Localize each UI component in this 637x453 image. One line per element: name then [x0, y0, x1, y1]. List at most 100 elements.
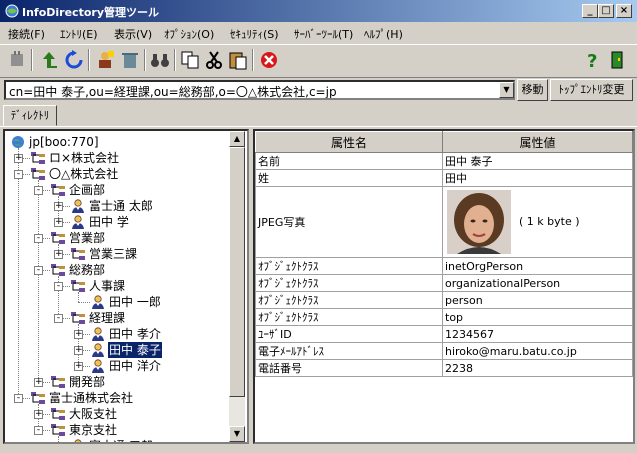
tree-node-label[interactable]: ロ×株式会社: [48, 150, 120, 166]
change-top-entry-button[interactable]: ﾄｯﾌﾟｴﾝﾄﾘ変更: [550, 79, 633, 101]
collapse-icon[interactable]: -: [34, 186, 43, 195]
tree-node-label[interactable]: 田中 洋介: [108, 358, 162, 374]
paste-button[interactable]: [226, 48, 250, 72]
attribute-value-cell[interactable]: organizationalPerson: [442, 274, 633, 292]
tree-node[interactable]: - 経理課: [5, 310, 231, 326]
table-row[interactable]: ｵﾌﾞｼﾞｪｸﾄｸﾗｽ top: [255, 308, 633, 326]
tree-node[interactable]: - 富士通株式会社: [5, 390, 231, 406]
attribute-value-cell[interactable]: 田中: [442, 169, 633, 187]
table-row[interactable]: 電子ﾒｰﾙｱﾄﾞﾚｽ hiroko@maru.batu.co.jp: [255, 342, 633, 360]
tree-node-label[interactable]: 企画部: [68, 182, 106, 198]
tree-node[interactable]: + 開発部: [5, 374, 231, 390]
tree-node[interactable]: + 田中 学: [5, 214, 231, 230]
up-level-button[interactable]: [37, 48, 61, 72]
stop-button[interactable]: [257, 48, 281, 72]
collapse-icon[interactable]: -: [34, 266, 43, 275]
scroll-down-button[interactable]: ▼: [229, 426, 245, 442]
attribute-value-cell[interactable]: top: [442, 308, 633, 326]
close-window-button[interactable]: ×: [616, 4, 632, 18]
copy-button[interactable]: [178, 48, 202, 72]
tree-node-label[interactable]: 富士通 三郎: [88, 438, 154, 442]
tree-node-label[interactable]: 大阪支社: [68, 406, 118, 422]
expand-icon[interactable]: +: [74, 330, 83, 339]
help-button[interactable]: ?: [581, 48, 605, 72]
expand-icon[interactable]: +: [14, 154, 23, 163]
delete-button[interactable]: [118, 48, 142, 72]
tree-node-label[interactable]: 〇△株式会社: [48, 166, 119, 182]
table-row[interactable]: 名前 田中 泰子: [255, 152, 633, 170]
exit-button[interactable]: [606, 48, 630, 72]
collapse-icon[interactable]: -: [54, 282, 63, 291]
tree-node[interactable]: - 人事課: [5, 278, 231, 294]
tree-node-label[interactable]: 東京支社: [68, 422, 118, 438]
minimize-button[interactable]: _: [582, 4, 598, 18]
table-row[interactable]: 電話番号 2238: [255, 359, 633, 377]
move-button[interactable]: 移動: [517, 79, 548, 101]
tree-node[interactable]: 田中 一郎: [5, 294, 231, 310]
menu-option[interactable]: ｵﾌﾟｼｮﾝ(O): [164, 26, 214, 42]
attribute-value-cell[interactable]: 2238: [442, 359, 633, 377]
menu-connect[interactable]: 接続(F): [8, 26, 45, 42]
scroll-thumb[interactable]: [229, 147, 245, 397]
directory-tree[interactable]: jp[boo:770] + ロ×株式会社 - 〇△株式会社 - 企画部 + 富士通 太郎 + 田中 …: [3, 129, 249, 444]
tree-node-label[interactable]: 経理課: [88, 310, 126, 326]
tree-node[interactable]: - 東京支社: [5, 422, 231, 438]
tree-node-label[interactable]: 田中 泰子: [108, 342, 162, 358]
chevron-down-icon[interactable]: ▼: [499, 82, 514, 98]
tab-directory[interactable]: ﾃﾞｨﾚｸﾄﾘ: [3, 105, 57, 126]
dn-combobox[interactable]: cn=田中 泰子,ou=経理課,ou=総務部,o=〇△株式会社,c=jp: [4, 80, 515, 100]
collapse-icon[interactable]: -: [14, 170, 23, 179]
tree-node-label[interactable]: 富士通株式会社: [48, 390, 134, 406]
collapse-icon[interactable]: -: [14, 394, 23, 403]
attribute-value-cell[interactable]: person: [442, 291, 633, 309]
tree-scrollbar[interactable]: ▲ ▼: [229, 131, 245, 442]
table-row[interactable]: ﾕｰｻﾞID 1234567: [255, 325, 633, 343]
tree-node-label[interactable]: 総務部: [68, 262, 106, 278]
tree-node[interactable]: - 営業部: [5, 230, 231, 246]
tree-node[interactable]: jp[boo:770]: [5, 134, 231, 150]
expand-icon[interactable]: +: [34, 410, 43, 419]
tree-node-label[interactable]: 人事課: [88, 278, 126, 294]
tree-node-label[interactable]: 田中 孝介: [108, 326, 162, 342]
tree-node-label[interactable]: 富士通 太郎: [88, 198, 154, 214]
cut-button[interactable]: [202, 48, 226, 72]
tree-node-label[interactable]: 営業部: [68, 230, 106, 246]
attribute-value-cell[interactable]: inetOrgPerson: [442, 257, 633, 275]
expand-icon[interactable]: +: [54, 250, 63, 259]
tree-node-label[interactable]: 開発部: [68, 374, 106, 390]
menu-security[interactable]: ｾｷｭﾘﾃｨ(S): [230, 26, 279, 42]
search-button[interactable]: [148, 48, 172, 72]
disconnect-button[interactable]: [5, 48, 29, 72]
tree-node[interactable]: + 田中 泰子: [5, 342, 231, 358]
tree-node[interactable]: - 総務部: [5, 262, 231, 278]
attribute-value-cell[interactable]: 田中 泰子: [442, 152, 633, 170]
table-row[interactable]: ｵﾌﾞｼﾞｪｸﾄｸﾗｽ organizationalPerson: [255, 274, 633, 292]
tree-node[interactable]: + 営業三課: [5, 246, 231, 262]
tree-node[interactable]: + 富士通 三郎: [5, 438, 231, 443]
attribute-value-cell[interactable]: hiroko@maru.batu.co.jp: [442, 342, 633, 360]
collapse-icon[interactable]: -: [54, 314, 63, 323]
table-row[interactable]: JPEG写真 ( 1 k byte ): [255, 186, 633, 258]
expand-icon[interactable]: +: [55, 442, 63, 443]
expand-icon[interactable]: +: [34, 378, 43, 387]
menu-server-tool[interactable]: ｻｰﾊﾞｰﾂｰﾙ(T): [294, 26, 353, 42]
tree-node[interactable]: - 〇△株式会社: [5, 166, 231, 182]
maximize-button[interactable]: □: [598, 4, 614, 18]
expand-icon[interactable]: +: [74, 346, 83, 355]
menu-entry[interactable]: ｴﾝﾄﾘ(E): [60, 26, 98, 42]
column-header-value[interactable]: 属性値: [442, 131, 633, 153]
tree-node[interactable]: + 田中 孝介: [5, 326, 231, 342]
menu-view[interactable]: 表示(V): [114, 26, 152, 42]
table-row[interactable]: ｵﾌﾞｼﾞｪｸﾄｸﾗｽ inetOrgPerson: [255, 257, 633, 275]
add-entry-button[interactable]: [93, 48, 117, 72]
expand-icon[interactable]: +: [54, 218, 63, 227]
tree-node[interactable]: + 田中 洋介: [5, 358, 231, 374]
expand-icon[interactable]: +: [74, 362, 83, 371]
collapse-icon[interactable]: -: [34, 426, 43, 435]
menu-help[interactable]: ﾍﾙﾌﾟ(H): [364, 26, 403, 42]
tree-node-label[interactable]: 田中 学: [88, 214, 130, 230]
attribute-value-cell[interactable]: 1234567: [442, 325, 633, 343]
table-row[interactable]: ｵﾌﾞｼﾞｪｸﾄｸﾗｽ person: [255, 291, 633, 309]
tree-node-label[interactable]: jp[boo:770]: [28, 134, 100, 150]
tree-node-label[interactable]: 田中 一郎: [108, 294, 162, 310]
